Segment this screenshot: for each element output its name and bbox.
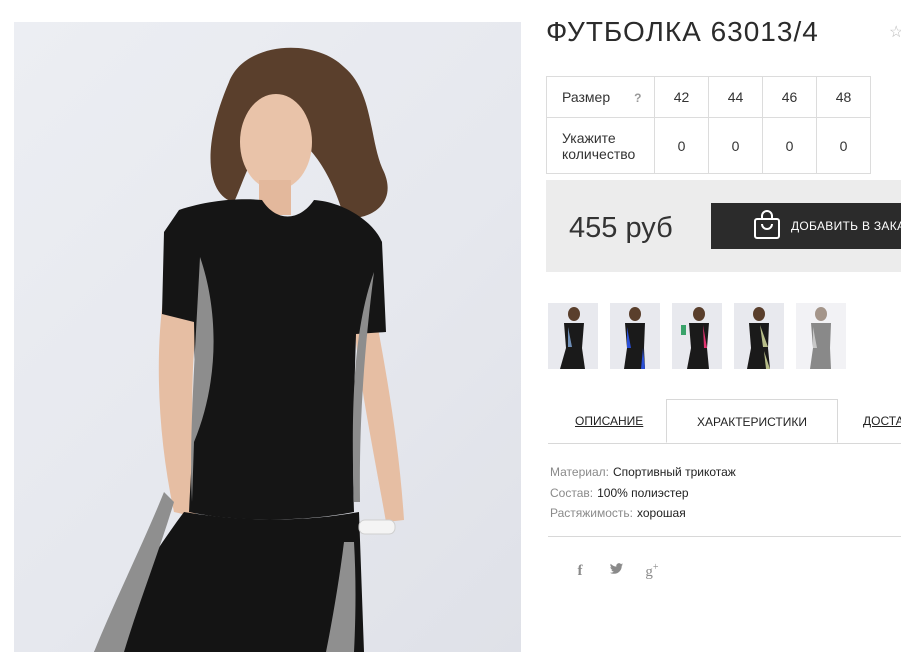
help-icon[interactable]: ? [634,91,641,105]
qty-label-line1: Укажите [562,129,616,146]
spec-value: 100% полиэстер [597,485,689,500]
main-product-photo[interactable] [14,22,521,652]
qty-input[interactable]: 0 [816,117,871,174]
thumbnail[interactable] [610,303,660,369]
size-cell: 44 [708,76,763,118]
price-band: 455 руб ДОБАВИТЬ В ЗАКАЗ [546,180,901,272]
spec-key: Материал: [550,465,609,479]
tab-characteristics-label: ХАРАКТЕРИСТИКИ [696,415,807,429]
qty-input[interactable]: 0 [708,117,763,174]
qty-label-cell: Укажите количество [546,117,655,174]
tab-description[interactable]: ОПИСАНИЕ [575,399,643,443]
size-cell: 42 [654,76,709,118]
size-label-cell: Размер? [546,76,655,118]
add-to-order-label: ДОБАВИТЬ В ЗАКАЗ [791,219,901,233]
twitter-icon[interactable] [598,562,634,581]
specs-list: Материал: Спортивный трикотаж Состав: 100%… [550,462,736,524]
spec-key: Состав: [550,485,594,500]
size-label: Размер [562,89,611,105]
product-title: ФУТБОЛКА 63013/4 [546,16,819,47]
qty-label-line2: количество [562,145,636,162]
tab-characteristics[interactable]: ХАРАКТЕРИСТИКИ [666,399,838,443]
qty-input[interactable]: 0 [654,117,709,174]
spec-row: Состав: 100% полиэстер [550,483,736,504]
google-plus-icon[interactable]: g+ [634,562,670,581]
thumbnail[interactable] [548,303,598,369]
thumbnail[interactable] [796,303,846,369]
divider [548,536,901,537]
size-cell: 48 [816,76,871,118]
size-table: Размер? 42 44 46 48 Укажите количество 0… [546,76,871,174]
spec-row: Растяжимость: хорошая [550,503,736,524]
thumbnail[interactable] [672,303,722,369]
price: 455 руб [569,212,673,244]
shopping-bag-icon [753,209,781,243]
tab-delivery[interactable]: ДОСТАВКА [863,399,901,443]
spec-key: Растяжимость: [550,506,634,520]
tab-description-label: ОПИСАНИЕ [575,414,644,428]
tab-delivery-label: ДОСТАВКА [863,414,901,428]
product-tabs: ОПИСАНИЕ ХАРАКТЕРИСТИКИ ДОСТАВКА [548,399,901,444]
social-share: f g+ [562,562,670,581]
star-icon[interactable]: ☆ [889,22,901,42]
thumbnail[interactable] [734,303,784,369]
facebook-icon[interactable]: f [562,562,598,581]
size-cell: 46 [762,76,817,118]
add-to-order-button[interactable]: ДОБАВИТЬ В ЗАКАЗ [711,203,901,249]
spec-row: Материал: Спортивный трикотаж [550,462,736,483]
spec-value: хорошая [637,506,686,520]
qty-input[interactable]: 0 [762,117,817,174]
spec-value: Спортивный трикотаж [612,465,736,479]
